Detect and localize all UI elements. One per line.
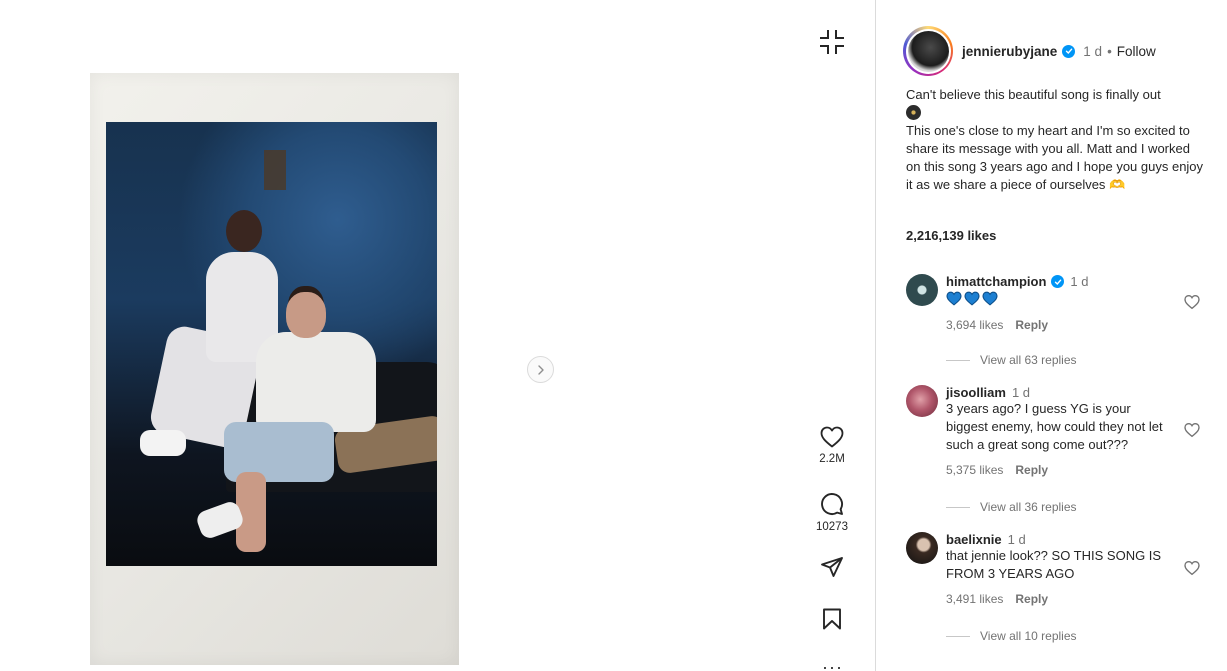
bookmark-icon <box>823 608 841 630</box>
share-icon <box>821 557 843 577</box>
verified-icon <box>1062 44 1076 58</box>
heart-icon[interactable] <box>1184 294 1200 310</box>
post-header: jennierubyjane 1 d • Follow <box>903 26 1156 76</box>
photo-content <box>106 122 437 566</box>
post-image[interactable] <box>90 73 459 665</box>
post-panel: jennierubyjane 1 d • Follow Can't believ… <box>875 0 1227 671</box>
view-replies-button[interactable]: View all 10 replies <box>946 629 1077 643</box>
like-button[interactable]: 2.2M <box>806 426 858 465</box>
record-emoji <box>906 105 921 120</box>
next-image-button[interactable] <box>527 356 554 383</box>
heart-icon <box>820 426 844 448</box>
caption-line-2: This one's close to my heart and I'm so … <box>906 123 1204 192</box>
save-button[interactable] <box>806 608 858 630</box>
author-avatar[interactable] <box>903 26 953 76</box>
comment-likes[interactable]: 5,375 likes <box>946 463 1003 477</box>
caption-line-1: Can't believe this beautiful song is fin… <box>906 87 1161 102</box>
post-likes[interactable]: 2,216,139 likes <box>906 228 996 243</box>
view-replies-label: View all 36 replies <box>980 500 1077 514</box>
commenter-username[interactable]: jisoolliam <box>946 385 1006 400</box>
view-replies-button[interactable]: View all 36 replies <box>946 500 1077 514</box>
verified-icon <box>1051 275 1065 288</box>
post-time: 1 d <box>1083 43 1103 59</box>
more-icon[interactable]: ··· <box>822 658 843 671</box>
comment-item: jisoolliam 1 d 3 years ago? I guess YG i… <box>906 385 1206 514</box>
follow-button[interactable]: Follow <box>1117 44 1156 59</box>
heart-icon[interactable] <box>1184 422 1200 438</box>
view-replies-label: View all 63 replies <box>980 353 1077 367</box>
commenter-avatar[interactable] <box>906 274 938 306</box>
chevron-right-icon <box>537 364 544 375</box>
heart-icon[interactable] <box>1184 560 1200 576</box>
caption-tail: 🫶 <box>1109 177 1126 192</box>
comment-item: baelixnie 1 d that jennie look?? SO THIS… <box>906 532 1206 643</box>
comment-time: 1 d <box>1011 385 1031 400</box>
post-caption: Can't believe this beautiful song is fin… <box>906 86 1206 194</box>
comment-item: himattchampion 1 d 3,694 likes Reply Vie… <box>906 274 1206 367</box>
blue-heart-icon <box>964 291 980 306</box>
commenter-avatar[interactable] <box>906 532 938 564</box>
share-button[interactable] <box>806 556 858 578</box>
like-count: 2.2M <box>819 453 845 465</box>
collapse-button[interactable] <box>818 28 846 56</box>
commenter-avatar[interactable] <box>906 385 938 417</box>
reply-button[interactable]: Reply <box>1015 463 1048 477</box>
commenter-username[interactable]: himattchampion <box>946 274 1046 289</box>
comment-text-hearts <box>946 291 1171 306</box>
reply-button[interactable]: Reply <box>1015 592 1048 606</box>
comment-time: 1 d <box>1007 532 1026 547</box>
comment-time: 1 d <box>1070 274 1089 289</box>
media-area: 2.2M 10273 ··· <box>0 0 875 671</box>
view-replies-button[interactable]: View all 63 replies <box>946 353 1077 367</box>
comment-count: 10273 <box>816 521 848 533</box>
blue-heart-icon <box>946 291 962 306</box>
blue-heart-icon <box>982 291 998 306</box>
separator-dot: • <box>1107 43 1112 59</box>
collapse-icon <box>820 30 844 54</box>
comment-icon <box>821 493 843 515</box>
commenter-username[interactable]: baelixnie <box>946 532 1002 547</box>
view-replies-label: View all 10 replies <box>980 629 1077 643</box>
comment-likes[interactable]: 3,694 likes <box>946 318 1003 332</box>
comment-likes[interactable]: 3,491 likes <box>946 592 1003 606</box>
comment-text: 3 years ago? I guess YG is your biggest … <box>946 401 1163 452</box>
comment-text: that jennie look?? SO THIS SONG IS FROM … <box>946 548 1162 581</box>
comment-button[interactable]: 10273 <box>806 492 858 533</box>
author-username[interactable]: jennierubyjane <box>962 44 1057 59</box>
reply-button[interactable]: Reply <box>1015 318 1048 332</box>
